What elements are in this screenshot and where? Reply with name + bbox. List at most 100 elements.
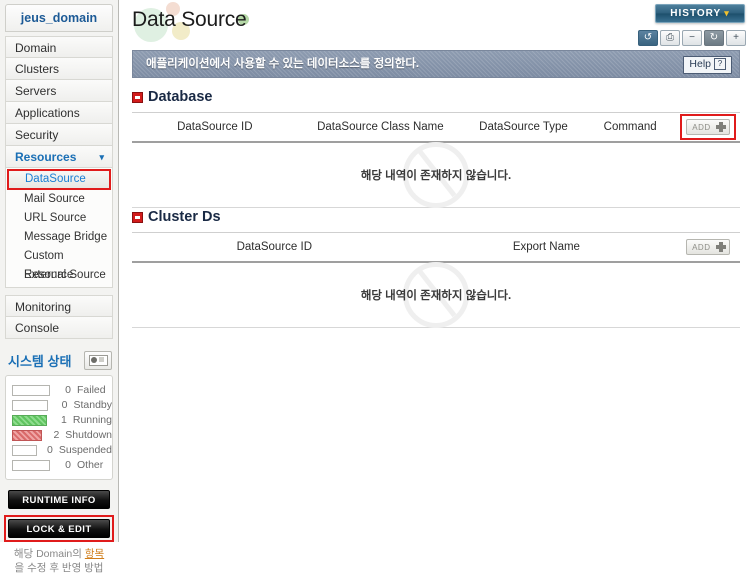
system-status-title: 시스템 상태 [8, 354, 72, 369]
add-label: ADD [692, 123, 711, 132]
header-row: DataSource ID Export Name ADD [132, 232, 740, 263]
footer-note-text-2: 을 수정 후 반영 방법 [14, 562, 104, 574]
table-header: DataSource ID Export Name ADD [132, 232, 740, 263]
sidebar-item-external-source[interactable]: External Source [6, 266, 112, 285]
reset-glyph: ↻ [709, 32, 719, 43]
runtime-info-button[interactable]: RUNTIME INFO [8, 490, 110, 509]
status-bar [12, 459, 50, 471]
question-mark-icon: ? [714, 58, 726, 70]
table-header: DataSource ID DataSource Class Name Data… [132, 112, 740, 143]
status-label: Suspended [58, 444, 112, 456]
zoom-reset-icon[interactable]: ↻ [704, 30, 724, 46]
status-label: Failed [77, 384, 106, 396]
sidebar-item-clusters[interactable]: Clusters [5, 58, 113, 80]
add-button-cluster-ds[interactable]: ADD [686, 239, 731, 255]
sidebar-item-label: Servers [15, 84, 57, 98]
history-button[interactable]: HISTORY ▾ [655, 4, 745, 23]
section-title-database: Database [132, 88, 740, 108]
sidebar-item-label: Domain [15, 41, 57, 55]
sidebar-item-label: DataSource [25, 173, 86, 185]
empty-state-row: 해당 내역이 존재하지 않습니다. [132, 142, 740, 208]
status-row-standby: 0 Standby [6, 398, 112, 412]
sidebar-item-message-bridge[interactable]: Message Bridge [6, 228, 112, 247]
status-label: Shutdown [65, 429, 112, 441]
refresh-glyph: ↺ [643, 32, 653, 43]
status-row-failed: 0 Failed [6, 383, 112, 397]
sidebar-item-label: Mail Source [24, 193, 85, 205]
column-datasource-id[interactable]: DataSource ID [132, 112, 298, 143]
help-label: Help [689, 58, 711, 70]
primary-nav: Domain Clusters Servers Applications Sec… [5, 36, 113, 168]
sidebar-item-applications[interactable]: Applications [5, 102, 113, 124]
column-datasource-id[interactable]: DataSource ID [132, 232, 417, 263]
status-label: Running [72, 414, 112, 426]
status-label: Other [77, 459, 104, 471]
add-button-database[interactable]: ADD [686, 119, 731, 135]
section-title-label: Database [148, 89, 213, 105]
footer-note-link[interactable]: 항목 [85, 548, 104, 560]
column-add: ADD [676, 112, 740, 143]
sidebar-item-datasource[interactable]: DataSource [7, 169, 111, 190]
zoom-out-icon[interactable]: − [682, 30, 702, 46]
sidebar-item-label: Message Bridge [24, 231, 108, 243]
sidebar-item-domain[interactable]: Domain [5, 36, 113, 58]
lock-edit-button[interactable]: LOCK & EDIT [8, 519, 110, 538]
chevron-down-icon: ▾ [724, 8, 730, 18]
description-bar: 애플리케이션에서 사용할 수 있는 데이터소스를 정의한다. Help? [132, 50, 740, 78]
table-body: 해당 내역이 존재하지 않습니다. [132, 262, 740, 328]
table-body: 해당 내역이 존재하지 않습니다. [132, 142, 740, 208]
refresh-view-icon[interactable]: ↺ [638, 30, 658, 46]
section-title-label: Cluster Ds [148, 209, 221, 225]
sidebar-item-servers[interactable]: Servers [5, 80, 113, 102]
plus-glyph: + [733, 32, 739, 43]
status-bar [12, 429, 42, 441]
column-datasource-class-name[interactable]: DataSource Class Name [297, 112, 464, 143]
footer-note-text-1: 해당 Domain의 [13, 548, 85, 560]
sidebar-item-label: Monitoring [15, 300, 72, 314]
section-marker-icon [132, 92, 143, 103]
column-command[interactable]: Command [583, 112, 677, 143]
empty-state-message: 해당 내역이 존재하지 않습니다. [360, 170, 512, 182]
sidebar-item-monitoring[interactable]: Monitoring [5, 295, 113, 317]
status-count: 0 [61, 399, 68, 411]
status-bar [12, 414, 48, 426]
sidebar-item-custom-resource[interactable]: Custom Resource [6, 247, 112, 281]
help-button[interactable]: Help? [683, 56, 732, 74]
status-row-other: 0 Other [6, 458, 112, 472]
sidebar-item-console[interactable]: Console [5, 317, 113, 339]
plus-icon [716, 122, 727, 132]
sidebar-item-url-source[interactable]: URL Source [6, 209, 112, 228]
column-export-name[interactable]: Export Name [416, 232, 677, 263]
history-label: HISTORY [670, 8, 722, 19]
monitor-icon[interactable] [84, 351, 112, 370]
section-title-cluster-ds: Cluster Ds [132, 208, 740, 228]
add-button-wrap: ADD [686, 239, 731, 255]
table-database: DataSource ID DataSource Class Name Data… [132, 112, 740, 208]
header-row: DataSource ID DataSource Class Name Data… [132, 112, 740, 143]
print-glyph: ⎙ [666, 32, 674, 43]
sidebar-item-label: Applications [15, 106, 80, 120]
status-bar [12, 444, 38, 456]
domain-title[interactable]: jeus_domain [5, 4, 113, 32]
sidebar-item-mail-source[interactable]: Mail Source [6, 190, 112, 209]
section-cluster-ds: Cluster Ds DataSource ID Export Name ADD [132, 208, 740, 328]
add-label: ADD [692, 243, 711, 252]
print-icon[interactable]: ⎙ [660, 30, 680, 46]
sidebar-item-label: URL Source [24, 212, 87, 224]
sidebar-item-label: Clusters [15, 62, 60, 76]
status-bar [12, 399, 48, 411]
sidebar-item-security[interactable]: Security [5, 124, 113, 146]
square-glyph [99, 357, 104, 362]
status-row-suspended: 0 Suspended [6, 443, 112, 457]
status-row-running: 1 Running [6, 413, 112, 427]
system-status-legend: 0 Failed 0 Standby 1 Running 2 Shutdown … [5, 375, 113, 480]
status-count: 2 [53, 429, 60, 441]
column-datasource-type[interactable]: DataSource Type [463, 112, 584, 143]
description-text: 애플리케이션에서 사용할 수 있는 데이터소스를 정의한다. [146, 58, 420, 70]
status-count: 0 [65, 384, 71, 396]
main-content: Data Source HISTORY ▾ ↺ ⎙ − ↻ + 애플리케이션에서 … [120, 0, 750, 542]
zoom-in-icon[interactable]: + [726, 30, 746, 46]
sidebar-item-resources[interactable]: Resources ▾ [5, 146, 113, 168]
empty-state-cell: 해당 내역이 존재하지 않습니다. [132, 142, 740, 208]
